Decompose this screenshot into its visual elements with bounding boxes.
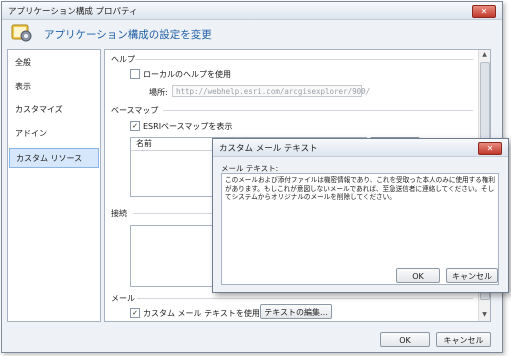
sidebar-item-custom-resources[interactable]: カスタム リソース bbox=[9, 148, 99, 168]
mail-section-label: メール bbox=[111, 294, 135, 303]
divider bbox=[135, 59, 473, 60]
edit-text-button[interactable]: テキストの編集... bbox=[260, 304, 332, 319]
cancel-button[interactable]: キャンセル bbox=[436, 332, 491, 347]
scroll-down-icon[interactable]: ▼ bbox=[480, 311, 489, 320]
esri-basemap-label: ESRIベースマップを表示 bbox=[143, 122, 233, 131]
header: アプリケーション構成の設定を変更 bbox=[2, 20, 502, 46]
sidebar-item-label: カスタマイズ bbox=[15, 105, 63, 114]
basemap-section-label: ベースマップ bbox=[111, 106, 159, 115]
sidebar-item-label: カスタム リソース bbox=[16, 154, 83, 163]
sidebar-item-label: アドイン bbox=[15, 129, 47, 138]
close-button[interactable]: ✕ bbox=[472, 5, 496, 18]
custom-mail-checkbox[interactable]: ✓ bbox=[130, 308, 140, 318]
esri-basemap-checkbox[interactable]: ✓ bbox=[130, 121, 140, 131]
sidebar-item-customize[interactable]: カスタマイズ bbox=[9, 100, 99, 120]
local-help-label: ローカルのヘルプを使用 bbox=[143, 70, 231, 79]
location-label: 場所: bbox=[149, 88, 168, 97]
sidebar: 全般 表示 カスタマイズ アドイン カスタム リソース bbox=[7, 49, 101, 322]
sidebar-item-display[interactable]: 表示 bbox=[9, 77, 99, 97]
location-field[interactable]: http://webhelp.esri.com/arcgisexplorer/9… bbox=[172, 85, 370, 97]
dialog-cancel-button[interactable]: キャンセル bbox=[446, 268, 498, 283]
dialog-titlebar[interactable]: カスタム メール テキスト ✕ bbox=[213, 139, 508, 157]
window-title: アプリケーション構成 プロパティ bbox=[8, 7, 138, 17]
scroll-up-icon[interactable]: ▲ bbox=[480, 51, 489, 60]
divider bbox=[137, 298, 473, 299]
sidebar-item-general[interactable]: 全般 bbox=[9, 53, 99, 73]
sidebar-item-addin[interactable]: アドイン bbox=[9, 124, 99, 144]
page-title: アプリケーション構成の設定を変更 bbox=[44, 29, 212, 41]
sidebar-item-label: 表示 bbox=[15, 82, 31, 91]
window-titlebar[interactable]: アプリケーション構成 プロパティ ✕ bbox=[2, 2, 502, 20]
sidebar-item-label: 全般 bbox=[15, 58, 31, 67]
connection-section-label: 接続 bbox=[111, 209, 127, 218]
dialog-close-button[interactable]: ✕ bbox=[478, 142, 502, 155]
help-section-label: ヘルプ bbox=[111, 55, 135, 64]
settings-gear-icon bbox=[11, 24, 32, 42]
divider bbox=[163, 110, 473, 111]
ok-button[interactable]: OK bbox=[380, 332, 430, 347]
dialog-title: カスタム メール テキスト bbox=[219, 144, 318, 154]
local-help-checkbox[interactable] bbox=[130, 69, 140, 79]
dialog-ok-button[interactable]: OK bbox=[396, 268, 440, 283]
custom-mail-label: カスタム メール テキストを使用 bbox=[143, 309, 260, 318]
